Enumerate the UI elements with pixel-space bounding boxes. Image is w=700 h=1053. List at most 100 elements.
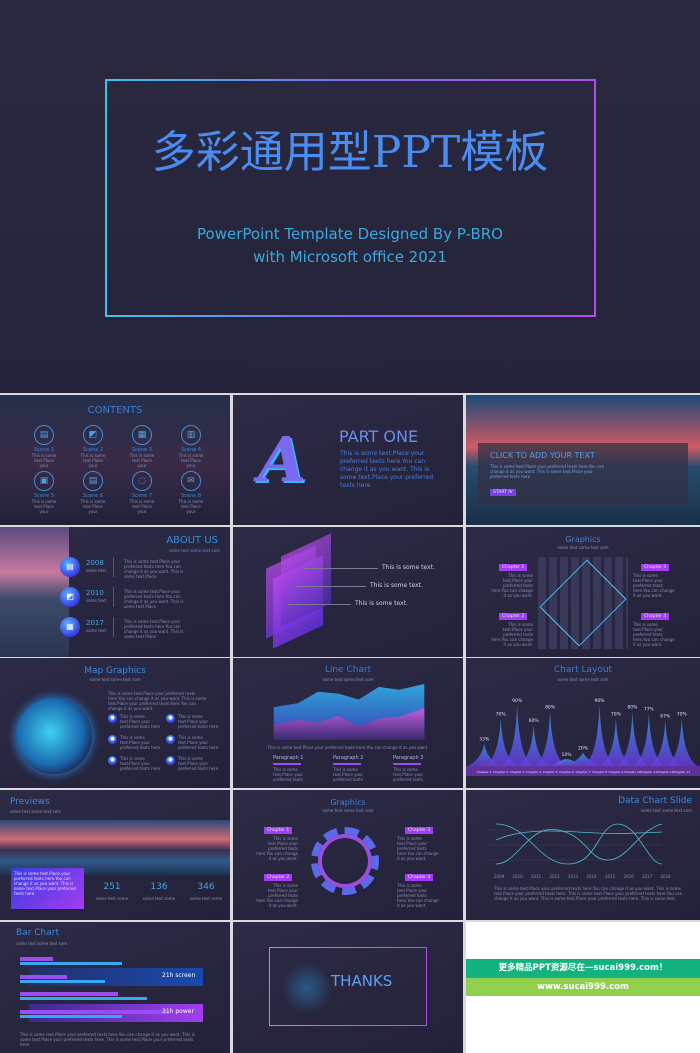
- slide-line-chart: Line Chart some text some text som This …: [233, 658, 463, 788]
- x-tick-label: 2016: [623, 874, 634, 879]
- tag-label: power: [175, 1008, 194, 1015]
- bar: [20, 997, 147, 1000]
- scene-desc: This is some text Place your: [80, 499, 106, 514]
- slide-data-chart: Data Chart Slide some text some text som…: [466, 790, 700, 920]
- timeline-body: This is some text.Place your preferred t…: [124, 559, 184, 579]
- scene-icon: ▥: [181, 425, 201, 445]
- map-item-icon: ●: [108, 735, 117, 744]
- spike-value-label: 67%: [660, 713, 671, 719]
- scene-desc: This is some text Place your: [80, 453, 106, 468]
- scene-icon: ▣: [34, 471, 54, 491]
- x-tick-label: 2011: [531, 874, 542, 879]
- bar: [20, 957, 53, 961]
- bar: [20, 1015, 122, 1018]
- slide-graphics-1: Graphics some text some text som Chapter…: [466, 527, 700, 657]
- chapter-tag[interactable]: Chapter 3: [641, 564, 670, 571]
- chapter-tag[interactable]: Chapter 1: [499, 564, 528, 571]
- graphics2-subtitle: some text some text som: [322, 808, 374, 813]
- map-item-body: This is some text.Place your preferred t…: [178, 756, 219, 771]
- ad-line-2[interactable]: www.sucai999.com: [466, 978, 700, 996]
- chapter-body: This is some text.Place your preferred t…: [491, 573, 533, 598]
- scene-desc: This is some text Place your: [31, 499, 57, 514]
- paragraph-body: This is some text.Place your preferred t…: [273, 767, 304, 782]
- paragraph-underline: [393, 763, 421, 765]
- bar: [20, 975, 67, 979]
- divider: [113, 617, 114, 637]
- slide-contents: CONTENTS ▤ Scene 1 This is some text Pla…: [0, 395, 230, 525]
- timeline-year: 2010: [86, 589, 104, 597]
- part-one-title: PART ONE: [339, 427, 419, 446]
- map-item-icon: ●: [108, 756, 117, 765]
- chapter-body: This is some text.Place your preferred t…: [256, 836, 298, 861]
- ad-line-1[interactable]: 更多精品PPT资源尽在—sucai999.com！: [466, 959, 700, 978]
- divider: [113, 557, 114, 577]
- graphics1-title: Graphics: [565, 535, 601, 544]
- chapter-tag[interactable]: Chapter 2: [264, 874, 293, 881]
- timeline-label: some text: [86, 598, 107, 603]
- slide-about-us: ABOUT US some text some text som ▤ 2008 …: [0, 527, 230, 657]
- chapter-tag[interactable]: Chapter 3: [405, 827, 434, 834]
- chapter-body: This is some text.Place your preferred t…: [633, 573, 675, 598]
- linechart-title: Line Chart: [324, 665, 372, 675]
- chapter-tag[interactable]: Chapter 1: [264, 827, 293, 834]
- thanks-title: THANKS: [331, 972, 393, 990]
- chapter-tag[interactable]: Chapter 4: [405, 874, 434, 881]
- scene-desc: This is some text Place your: [31, 453, 57, 468]
- layer-label: This is some text.: [370, 582, 423, 589]
- map-item-icon: ●: [166, 714, 175, 723]
- tag-value: 31h: [162, 1008, 174, 1015]
- spike-value-label: 90%: [512, 698, 523, 704]
- start-button[interactable]: START IV: [490, 489, 516, 496]
- spike-value-label: 70%: [677, 711, 688, 717]
- map-item-icon: ●: [108, 714, 117, 723]
- paragraph-underline: [273, 763, 301, 765]
- chapter-body: This is some text.Place your preferred t…: [397, 883, 439, 908]
- barchart-body: This is some text.Place your preferred t…: [20, 1032, 195, 1047]
- bridge-photo: [0, 527, 69, 657]
- tag-power: 31h power: [162, 1008, 194, 1015]
- spike-category-label: Chapter 7: [576, 770, 591, 774]
- stat-label: some text some: [142, 896, 176, 901]
- slide-bar-chart: Bar Chart some text some text som 21h sc…: [0, 922, 230, 1053]
- spike-category-label: Chapter 11: [640, 770, 657, 774]
- about-subtitle: some text some text som: [168, 548, 220, 553]
- gradient-frame: [105, 79, 596, 317]
- scene-icon: ◌: [132, 471, 152, 491]
- x-tick-label: 2009: [494, 874, 505, 879]
- spike-value-label: 20%: [578, 745, 589, 751]
- spike-chart: 33% Chapter 1 70% Chapter 2 90% Chapter 3 60% C…: [466, 698, 700, 776]
- chapter-body: This is some text.Place your preferred t…: [491, 622, 533, 647]
- chapter-tag[interactable]: Chapter 4: [641, 613, 670, 620]
- timeline-icon: ▦: [60, 617, 80, 637]
- datachart-subtitle: some text some text som: [640, 808, 692, 813]
- spike-category-label: Chapter 10: [624, 770, 641, 774]
- spike-value-label: 77%: [644, 707, 655, 713]
- slide-layers: This is some text. This is some text. Th…: [233, 527, 463, 657]
- linechart-caption: This is some text.Place your preferred t…: [267, 745, 429, 750]
- slide-thanks: THANKS: [233, 922, 463, 1053]
- slide-cta: CLICK TO ADD YOUR TEXT This is some text…: [466, 395, 700, 525]
- map-item-body: This is some text.Place your preferred t…: [120, 756, 161, 771]
- scene-icon: ▤: [34, 425, 54, 445]
- previews-title: Previews: [10, 797, 50, 807]
- paragraph-title: Paragraph 1: [273, 755, 304, 761]
- line-series: [495, 830, 662, 841]
- chapter-tag[interactable]: Chapter 2: [499, 613, 528, 620]
- wave-line-chart: [488, 823, 662, 865]
- scene-desc: This is some text Place your: [178, 453, 204, 468]
- paragraph-body: This is some text.Place your preferred t…: [393, 767, 424, 782]
- map-title: Map Graphics: [84, 666, 146, 676]
- x-tick-label: 2013: [568, 874, 579, 879]
- spike-category-label: Chapter 13: [673, 770, 690, 774]
- datachart-title: Data Chart Slide: [618, 796, 692, 806]
- map-item-body: This is some text.Place your preferred t…: [178, 735, 219, 750]
- map-intro: This is some text.Place your preferred t…: [108, 691, 207, 711]
- slide-map-graphics: Map Graphics some text some text som Thi…: [0, 658, 230, 788]
- letter-a-graphic: A: [258, 423, 307, 496]
- stat-label: some text some: [189, 896, 223, 901]
- timeline-year: 2017: [86, 619, 104, 627]
- spike-value-label: 70%: [611, 711, 622, 717]
- spike-category-label: Chapter 12: [657, 770, 674, 774]
- radial-graphic: [311, 827, 379, 895]
- stat-value: 251: [103, 882, 121, 892]
